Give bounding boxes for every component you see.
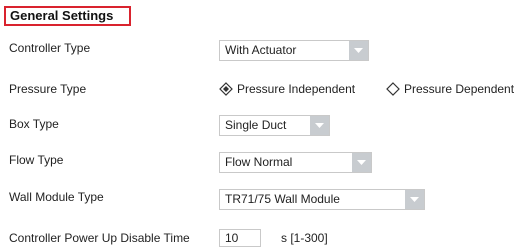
chevron-down-icon — [410, 197, 419, 202]
wall-module-type-label: Wall Module Type — [9, 190, 104, 204]
pressure-dependent-label: Pressure Dependent — [404, 82, 515, 96]
wall-module-type-dropdown-button[interactable] — [405, 190, 424, 209]
box-type-dropdown[interactable]: Single Duct — [219, 115, 330, 136]
flow-type-dropdown[interactable]: Flow Normal — [219, 152, 372, 173]
power-up-disable-time-label: Controller Power Up Disable Time — [9, 231, 190, 245]
box-type-value: Single Duct — [225, 118, 287, 132]
power-up-disable-time-input[interactable] — [219, 229, 261, 247]
controller-type-dropdown[interactable]: With Actuator — [219, 40, 369, 61]
pressure-type-label: Pressure Type — [9, 82, 87, 96]
pressure-independent-radio[interactable]: Pressure Independent — [219, 81, 379, 97]
wall-module-type-dropdown[interactable]: TR71/75 Wall Module — [219, 189, 425, 210]
controller-type-label: Controller Type — [9, 41, 91, 55]
general-settings-title: General Settings — [4, 6, 131, 26]
flow-type-label: Flow Type — [9, 153, 64, 167]
pressure-independent-label: Pressure Independent — [237, 82, 356, 96]
controller-type-value: With Actuator — [225, 43, 297, 57]
pressure-dependent-radio[interactable]: Pressure Dependent — [386, 81, 526, 97]
radio-diamond-selected-icon — [219, 82, 233, 96]
radio-diamond-unselected-icon — [386, 82, 400, 96]
flow-type-value: Flow Normal — [225, 155, 293, 169]
chevron-down-icon — [357, 160, 366, 165]
chevron-down-icon — [315, 123, 324, 128]
flow-type-dropdown-button[interactable] — [352, 153, 371, 172]
power-up-disable-time-unit: s [1-300] — [281, 231, 328, 245]
box-type-dropdown-button[interactable] — [310, 116, 329, 135]
wall-module-type-value: TR71/75 Wall Module — [225, 192, 340, 206]
controller-type-dropdown-button[interactable] — [349, 41, 368, 60]
box-type-label: Box Type — [9, 117, 59, 131]
chevron-down-icon — [354, 48, 363, 53]
